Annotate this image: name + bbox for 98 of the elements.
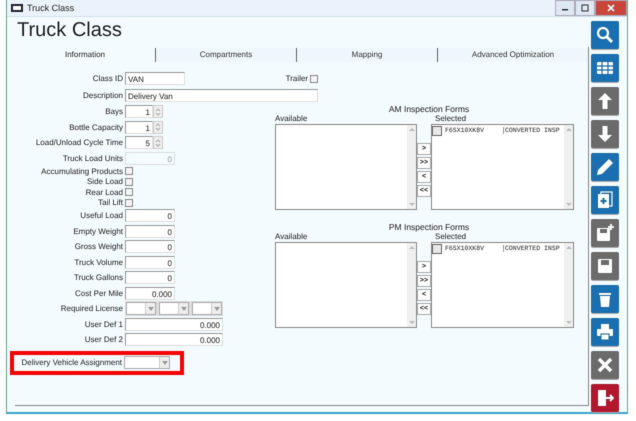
number-field[interactable]: 0 <box>125 256 175 269</box>
close-icon <box>596 356 614 374</box>
up-arrow-icon <box>596 92 614 110</box>
spinner-button[interactable] <box>153 136 163 150</box>
number-field[interactable]: 0.000 <box>125 333 223 346</box>
close-button[interactable] <box>595 0 627 16</box>
field-label: Trailer <box>286 74 309 83</box>
list-label: Available <box>275 114 308 124</box>
caret-icon <box>214 306 220 311</box>
field-label: Required License <box>60 304 124 314</box>
toolbar-button[interactable] <box>591 21 619 49</box>
trash-icon <box>596 290 614 308</box>
number-field[interactable]: 0 <box>125 209 175 222</box>
search-icon <box>596 26 614 44</box>
number-field[interactable]: 1 <box>125 120 153 134</box>
list-label: Selected <box>435 232 466 242</box>
class-id-field[interactable]: VAN <box>125 72 185 85</box>
field-label: User Def 2 <box>84 335 124 344</box>
caret-icon <box>162 360 168 364</box>
maximize-icon <box>581 4 589 12</box>
tab[interactable]: Advanced Optimization <box>438 48 588 62</box>
number-field[interactable]: 0 <box>125 224 175 238</box>
field-label: Description <box>82 91 124 100</box>
dropdown[interactable] <box>126 302 156 316</box>
checkbox[interactable] <box>125 167 133 176</box>
number-field[interactable]: 1 <box>125 105 153 118</box>
field-label: Truck Gallons <box>72 273 124 282</box>
add-document-icon <box>596 191 614 209</box>
spinner-arrows-icon <box>155 106 161 117</box>
toolbar-button[interactable] <box>591 153 619 181</box>
dropdown[interactable] <box>159 302 189 316</box>
tab[interactable]: Mapping <box>297 48 438 62</box>
maximize-button[interactable] <box>575 0 595 16</box>
checkbox[interactable] <box>125 178 133 186</box>
field-label: User Def 1 <box>84 320 124 329</box>
field-label: Bottle Capacity <box>68 122 124 132</box>
field-label: Useful Load <box>79 211 124 220</box>
close-icon <box>607 4 615 12</box>
field-label: Empty Weight <box>72 226 124 236</box>
list-label: Available <box>275 232 308 242</box>
pencil-icon <box>596 158 614 176</box>
available-list[interactable] <box>275 242 417 328</box>
row-selector[interactable] <box>432 126 442 136</box>
tab[interactable]: Compartments <box>156 48 297 62</box>
field-label: Gross Weight <box>74 242 124 252</box>
toolbar-button[interactable] <box>591 384 619 412</box>
number-field[interactable]: 0.000 <box>125 286 175 300</box>
spinner-arrows-icon <box>155 138 161 148</box>
description-field[interactable]: Delivery Van <box>125 89 318 102</box>
row-selector[interactable] <box>432 244 442 254</box>
toolbar-button[interactable] <box>591 219 619 247</box>
printer-icon <box>596 323 614 341</box>
checkbox[interactable] <box>125 188 133 196</box>
page-heading: Truck Class <box>16 18 123 43</box>
field-label: Delivery Vehicle Assignment <box>20 358 123 367</box>
spinner-button[interactable] <box>153 105 163 118</box>
toolbar-button[interactable] <box>591 54 619 82</box>
toolbar-button[interactable] <box>591 351 619 379</box>
toolbar-button[interactable] <box>591 252 619 280</box>
field-label: Tail Lift <box>97 198 124 208</box>
number-field[interactable]: 5 <box>125 136 153 150</box>
down-arrow-icon <box>596 125 614 143</box>
toolbar-button[interactable] <box>591 285 619 313</box>
field-label: Rear Load <box>84 188 124 197</box>
field-label: Bays <box>104 107 124 116</box>
available-list[interactable] <box>275 124 417 210</box>
dropdown[interactable] <box>124 356 170 369</box>
caret-icon <box>148 306 154 311</box>
section-title: AM Inspection Forms <box>388 104 470 114</box>
field-label: Load/Unload Cycle Time <box>34 138 124 148</box>
caret-icon <box>180 306 186 311</box>
floppy-icon <box>596 257 614 275</box>
number-field[interactable]: 0 <box>125 240 175 254</box>
dropdown[interactable] <box>192 302 222 316</box>
new-floppy-icon <box>596 224 614 242</box>
number-field[interactable]: 0 <box>125 271 175 284</box>
field-label: Class ID <box>92 74 124 83</box>
field-label: Side Load <box>86 177 124 186</box>
window-title: Truck Class <box>27 3 74 13</box>
number-field[interactable]: 0.000 <box>125 318 223 331</box>
toolbar-button[interactable] <box>591 87 619 115</box>
section-title: PM Inspection Forms <box>388 222 470 232</box>
app-logo-icon <box>11 4 23 12</box>
grid-icon <box>596 59 614 77</box>
toolbar-button[interactable] <box>591 186 619 214</box>
minimize-button[interactable] <box>555 0 575 16</box>
toolbar-button[interactable] <box>591 120 619 148</box>
field-label: Truck Volume <box>73 258 124 267</box>
exit-door-icon <box>596 389 614 407</box>
field-label: Cost Per Mile <box>74 288 124 298</box>
field-label: Truck Load Units <box>62 154 124 163</box>
trailer-checkbox[interactable] <box>310 74 318 82</box>
toolbar-button[interactable] <box>591 318 619 346</box>
field-label: Accumulating Products <box>40 166 124 176</box>
spinner-button[interactable] <box>153 120 163 134</box>
checkbox[interactable] <box>125 198 133 207</box>
list-label: Selected <box>435 114 466 124</box>
spinner-arrows-icon <box>155 122 161 132</box>
